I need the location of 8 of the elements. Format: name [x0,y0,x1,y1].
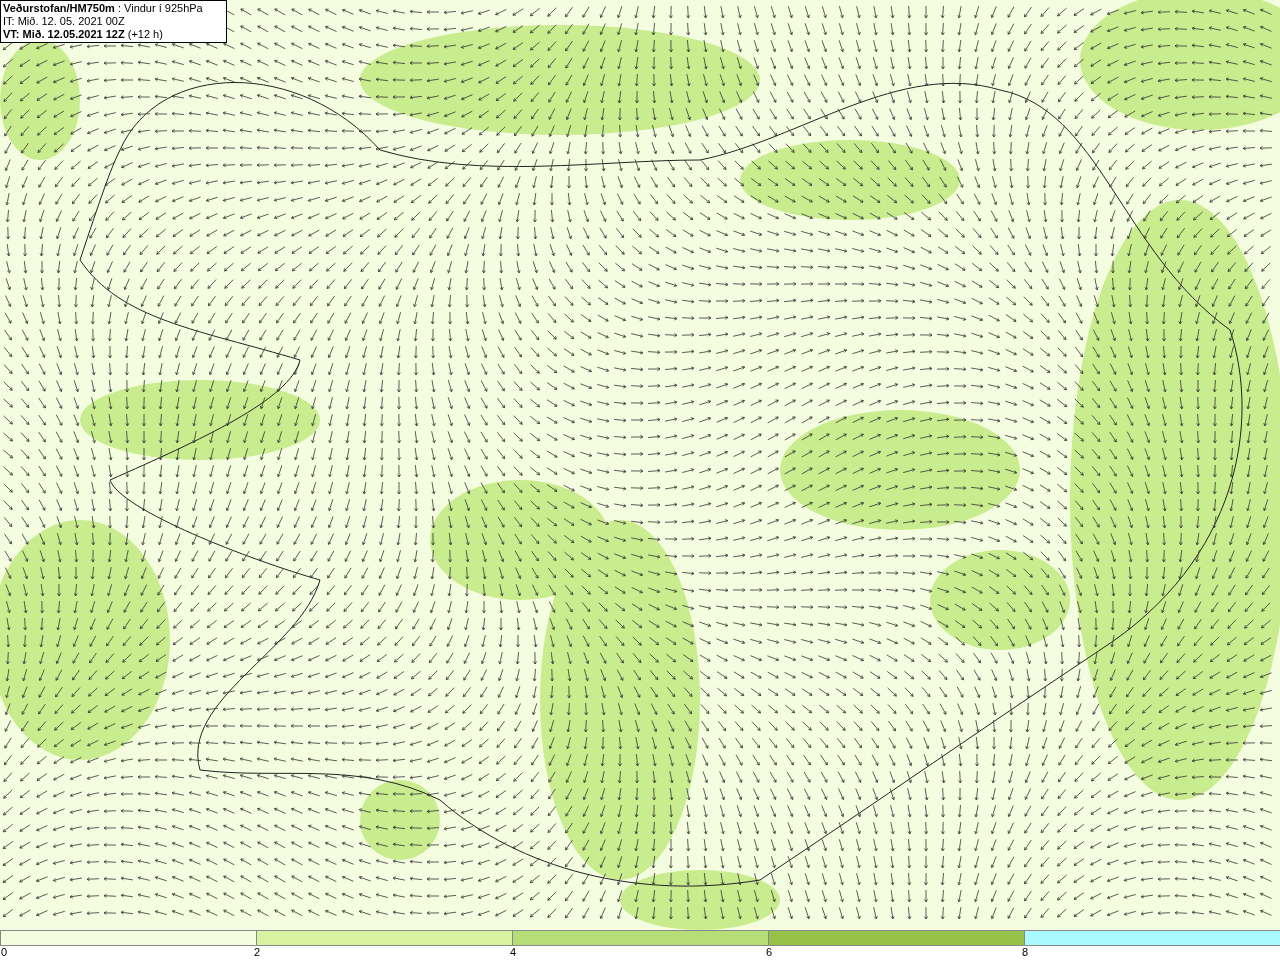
title-line: VT: Mið. 12.05.2021 12Z (+12 h) [3,28,164,41]
legend-tick-label: 2 [254,946,261,959]
legend-tick-label: 4 [510,946,517,959]
legend-tick-label: 8 [1022,946,1029,959]
title-line: IT: Mið. 12. 05. 2021 00Z [3,15,126,28]
title-line: Veðurstofan/HM750m : Vindur í 925hPa [3,2,204,15]
legend-tick-label: 0 [1,946,8,959]
legend-tick-label: 6 [766,946,773,959]
